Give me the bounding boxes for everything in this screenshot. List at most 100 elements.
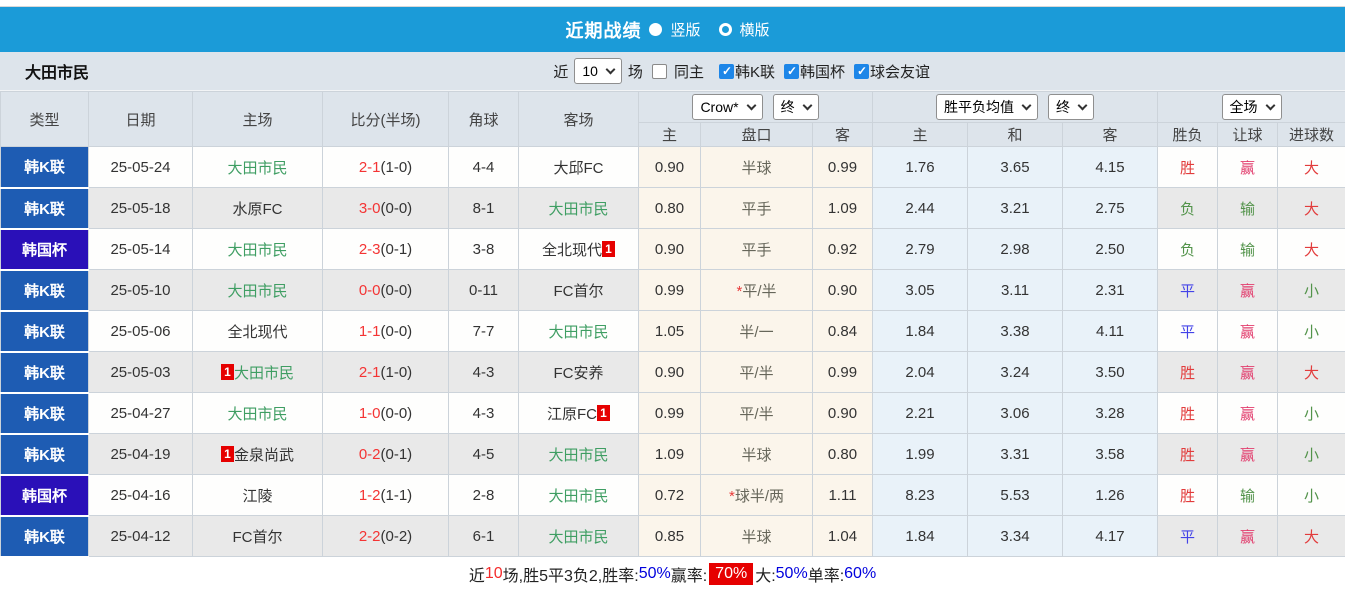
- match-date-cell: 25-05-03: [88, 351, 193, 393]
- avg-draw-cell: 3.34: [967, 515, 1063, 557]
- half-time-score: (1-0): [380, 158, 413, 176]
- wdl-result-cell: 负: [1157, 228, 1218, 270]
- recent-count-select[interactable]: 10: [574, 58, 622, 84]
- avg-away-cell: 3.58: [1062, 433, 1158, 475]
- club-friendly-label[interactable]: 球会友谊: [870, 61, 930, 82]
- avg-away-cell: 4.11: [1062, 310, 1158, 352]
- avg-away-cell: 2.75: [1062, 187, 1158, 229]
- odds-company-select[interactable]: Crow*: [692, 94, 763, 120]
- away-team-cell: 江原FC 1: [518, 392, 639, 434]
- horizontal-layout-label[interactable]: 横版: [740, 19, 770, 40]
- corner-cell: 4-5: [448, 433, 519, 475]
- handicap-cell: 平手: [700, 187, 813, 229]
- subcol-wdl: 胜负: [1157, 122, 1218, 147]
- corner-cell: 2-8: [448, 474, 519, 516]
- result-scope-select[interactable]: 全场: [1221, 94, 1282, 120]
- home-team-name: 全北现代: [227, 323, 288, 341]
- odds-company-value: Crow*: [700, 99, 739, 115]
- avg-home-cell: 1.84: [872, 310, 968, 352]
- away-team-name: FC安养: [553, 364, 604, 382]
- score-cell: 2-1(1-0): [322, 146, 449, 188]
- half-time-score: (0-0): [380, 199, 413, 217]
- score-cell: 1-0(0-0): [322, 392, 449, 434]
- away-team-cell: 大田市民: [518, 310, 639, 352]
- horizontal-layout-radio[interactable]: [718, 23, 732, 36]
- odds-home-cell: 0.72: [638, 474, 701, 516]
- corner-cell: 0-11: [448, 269, 519, 311]
- scope-select-group: 全场: [1156, 91, 1345, 123]
- titlebar: 近期战绩 竖版 横版: [0, 7, 1345, 52]
- same-home-label[interactable]: 同主: [674, 61, 704, 82]
- away-team-name: 大邱FC: [553, 159, 604, 177]
- handicap-result-cell: 输: [1217, 187, 1278, 229]
- handicap-value: 平/半: [739, 405, 774, 423]
- away-team-name: 大田市民: [548, 200, 609, 218]
- home-team-cell: FC首尔: [192, 515, 323, 557]
- table-row: 韩K联 25-05-06 全北现代 1-1(0-0) 7-7 大田市民 1.05…: [0, 310, 1345, 353]
- match-date-cell: 25-05-06: [88, 310, 193, 352]
- filter-controls: 近 10 场 同主 韩K联 韩国杯 球会友谊: [553, 58, 930, 84]
- kleague-checkbox[interactable]: [718, 63, 734, 79]
- avg-draw-cell: 3.21: [967, 187, 1063, 229]
- vertical-layout-label[interactable]: 竖版: [670, 19, 700, 40]
- goals-result-cell: 小: [1276, 474, 1345, 516]
- score-cell: 0-2(0-1): [322, 433, 449, 475]
- full-time-score: 1-0: [358, 404, 381, 422]
- match-date-cell: 25-04-12: [88, 515, 193, 557]
- same-home-checkbox[interactable]: [651, 63, 667, 79]
- avg-draw-cell: 3.65: [967, 146, 1063, 188]
- home-team-name: 大田市民: [227, 241, 288, 259]
- away-team-name: 大田市民: [548, 487, 609, 505]
- vertical-layout-radio[interactable]: [649, 23, 663, 36]
- home-team-name: 大田市民: [227, 159, 288, 177]
- odds-home-cell: 0.90: [638, 228, 701, 270]
- avg-away-cell: 3.28: [1062, 392, 1158, 434]
- avg-stage-select[interactable]: 终: [1048, 94, 1094, 120]
- footer-count: 10: [484, 565, 503, 582]
- match-type-cell: 韩K联: [0, 146, 89, 189]
- table-row: 韩K联 25-05-18 水原FC 3-0(0-0) 8-1 大田市民 0.80…: [0, 187, 1345, 230]
- half-time-score: (1-1): [380, 486, 413, 504]
- wdl-result-cell: 平: [1157, 310, 1218, 352]
- handicap-cell: 平/半: [700, 392, 813, 434]
- corner-cell: 7-7: [448, 310, 519, 352]
- chevron-down-icon: [746, 100, 757, 110]
- full-time-score: 1-1: [358, 322, 381, 340]
- odds-stage-select[interactable]: 终: [772, 94, 819, 120]
- avg-home-cell: 2.04: [872, 351, 968, 393]
- away-team-cell: FC安养: [518, 351, 639, 393]
- kleague-label[interactable]: 韩K联: [735, 61, 775, 82]
- corner-cell: 4-3: [448, 351, 519, 393]
- score-cell: 2-2(0-2): [322, 515, 449, 557]
- near-label: 近: [553, 63, 569, 81]
- avg-home-cell: 1.99: [872, 433, 968, 475]
- goals-result-cell: 大: [1276, 187, 1345, 229]
- home-team-name: 大田市民: [227, 405, 288, 423]
- handicap-value: 平手: [741, 200, 772, 218]
- korea-cup-checkbox[interactable]: [783, 63, 799, 79]
- full-time-score: 2-3: [358, 240, 381, 258]
- goals-result-cell: 大: [1276, 351, 1345, 393]
- home-team-name: 江陵: [242, 487, 273, 505]
- avg-draw-cell: 3.11: [967, 269, 1063, 311]
- wdl-result-cell: 胜: [1157, 146, 1218, 188]
- home-team-name: 水原FC: [232, 200, 283, 218]
- handicap-result-cell: 赢: [1217, 392, 1278, 434]
- match-date-cell: 25-05-24: [88, 146, 193, 188]
- avg-stage-value: 终: [1056, 99, 1070, 115]
- away-team-name: 大田市民: [548, 528, 609, 546]
- club-friendly-checkbox[interactable]: [853, 63, 869, 79]
- avg-home-cell: 2.79: [872, 228, 968, 270]
- avg-type-select[interactable]: 胜平负均值: [936, 94, 1038, 120]
- goals-result-cell: 小: [1276, 433, 1345, 475]
- handicap-cell: 半球: [700, 146, 813, 188]
- avg-away-cell: 4.15: [1062, 146, 1158, 188]
- match-date-cell: 25-04-19: [88, 433, 193, 475]
- avg-draw-cell: 3.24: [967, 351, 1063, 393]
- goals-result-cell: 大: [1276, 146, 1345, 188]
- score-cell: 1-1(0-0): [322, 310, 449, 352]
- odds-home-cell: 0.99: [638, 392, 701, 434]
- odds-away-cell: 1.11: [812, 474, 873, 516]
- korea-cup-label[interactable]: 韩国杯: [800, 61, 845, 82]
- goals-result-cell: 大: [1276, 515, 1345, 557]
